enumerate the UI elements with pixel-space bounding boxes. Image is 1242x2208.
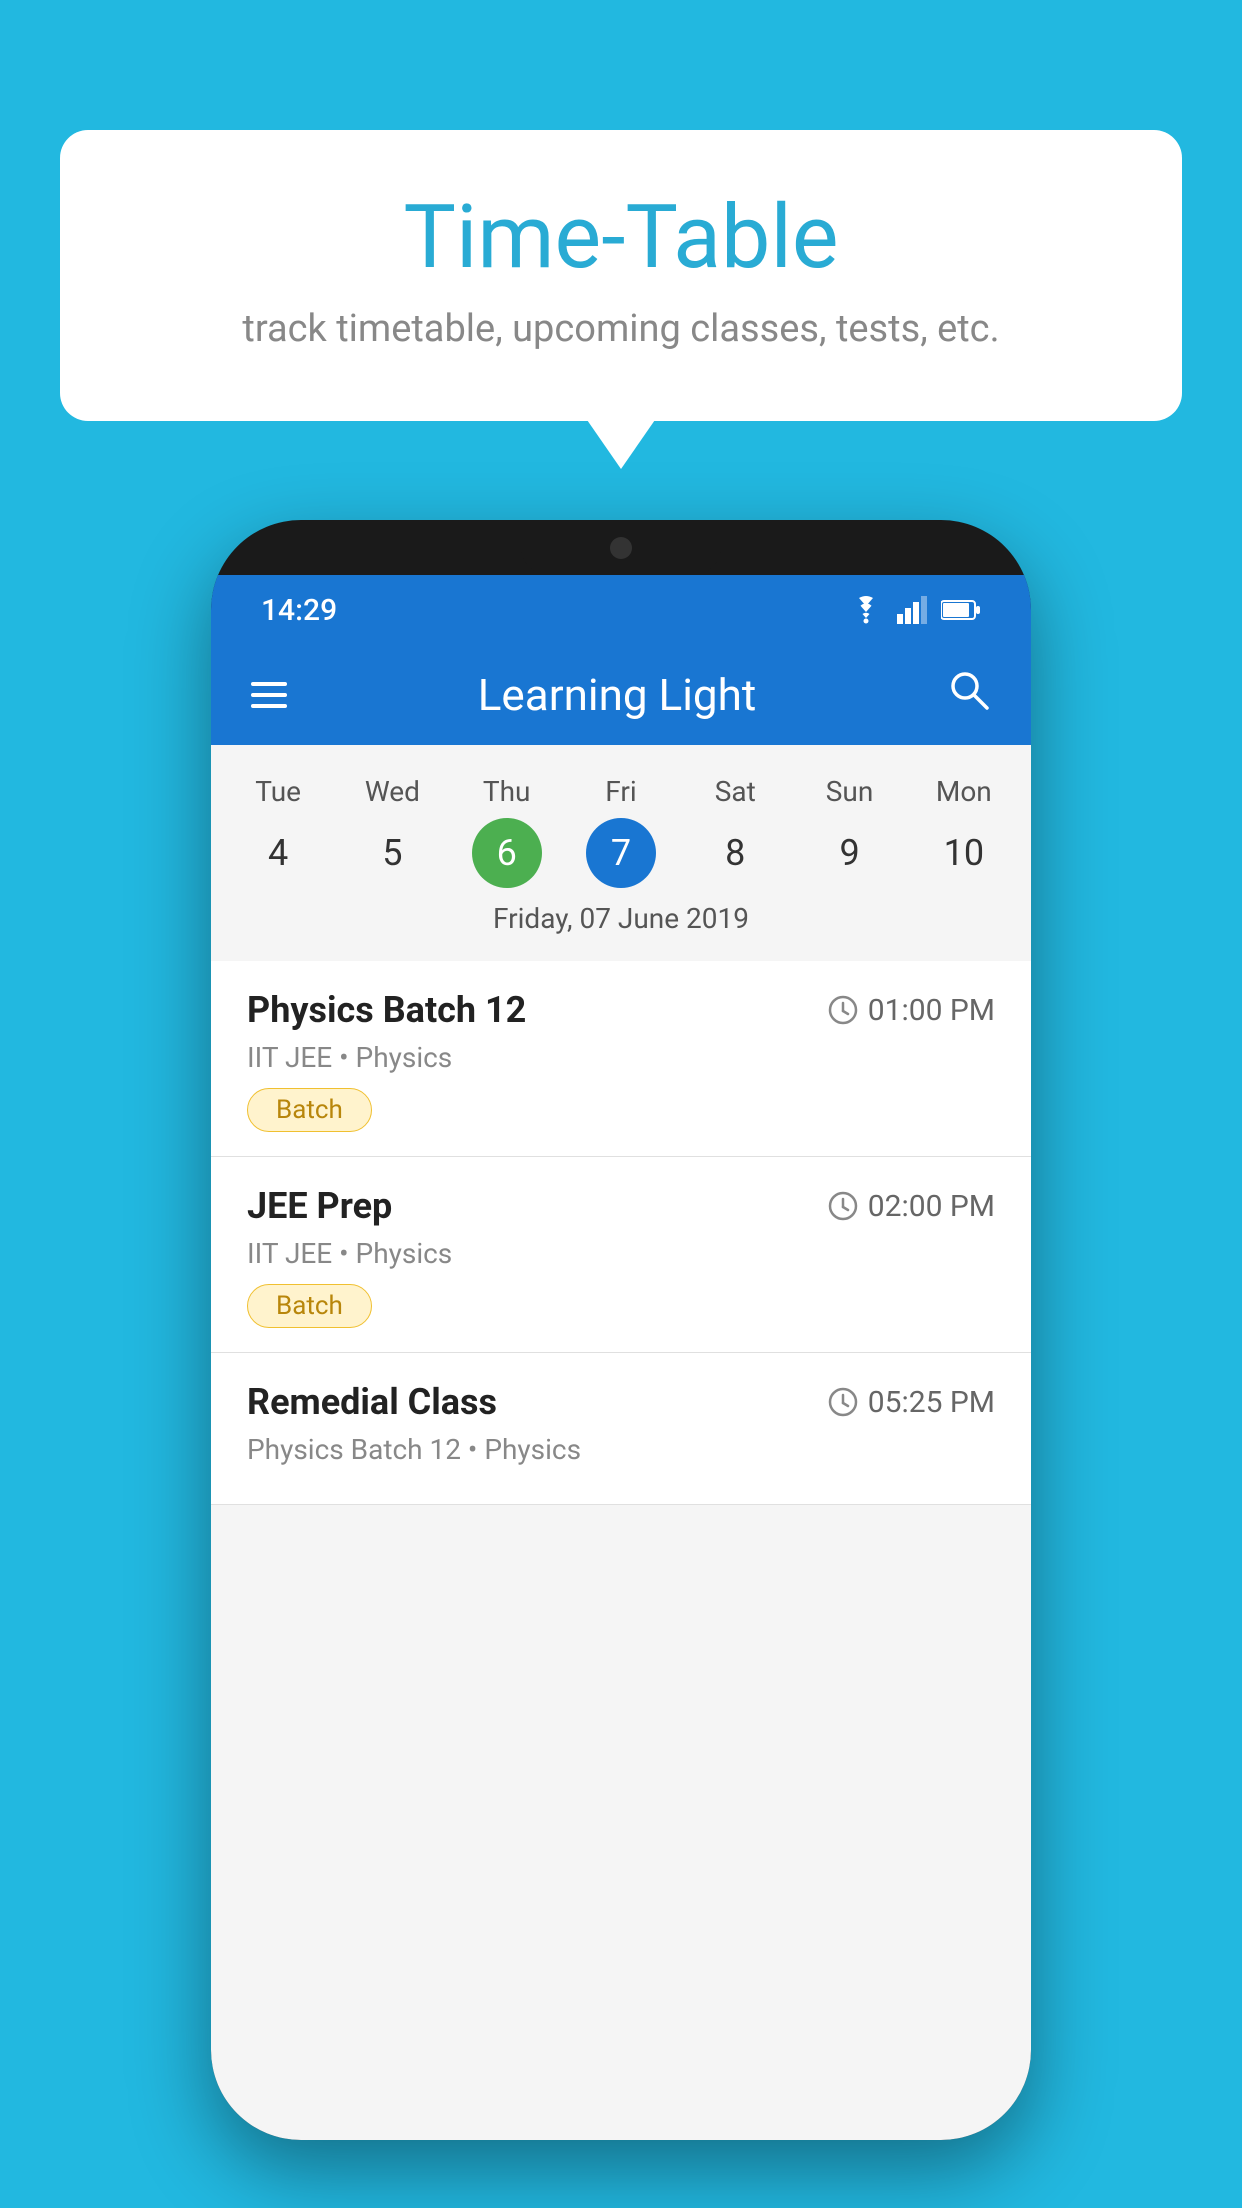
day-numbers: 4 5 6 7 8 9 10 bbox=[211, 818, 1031, 888]
day-header-thu: Thu bbox=[450, 765, 564, 818]
search-button[interactable] bbox=[947, 668, 991, 723]
day-header-sat: Sat bbox=[678, 765, 792, 818]
schedule-list: Physics Batch 12 01:00 PM IIT JEE • Ph bbox=[211, 961, 1031, 1505]
date-7-selected[interactable]: 7 bbox=[586, 818, 656, 888]
schedule-item-top-1: Physics Batch 12 01:00 PM bbox=[247, 989, 995, 1031]
bubble-subtitle: track timetable, upcoming classes, tests… bbox=[140, 307, 1102, 351]
schedule-subtitle-3: Physics Batch 12 • Physics bbox=[247, 1433, 995, 1466]
hamburger-menu-button[interactable] bbox=[251, 682, 287, 708]
status-bar: 14:29 bbox=[211, 575, 1031, 645]
screen-container: 14:29 bbox=[211, 575, 1031, 2140]
wifi-icon bbox=[849, 596, 883, 624]
clock-icon-2 bbox=[828, 1191, 858, 1221]
schedule-time-1: 01:00 PM bbox=[828, 993, 995, 1028]
date-10[interactable]: 10 bbox=[907, 820, 1021, 886]
app-title: Learning Light bbox=[317, 669, 917, 721]
schedule-item-top-2: JEE Prep 02:00 PM bbox=[247, 1185, 995, 1227]
day-header-tue: Tue bbox=[221, 765, 335, 818]
day-header-mon: Mon bbox=[907, 765, 1021, 818]
phone-notch bbox=[521, 520, 721, 575]
clock-icon-1 bbox=[828, 995, 858, 1025]
selected-date-label: Friday, 07 June 2019 bbox=[211, 888, 1031, 951]
schedule-item-top-3: Remedial Class 05:25 PM bbox=[247, 1381, 995, 1423]
speech-bubble-section: Time-Table track timetable, upcoming cla… bbox=[60, 130, 1182, 421]
date-4[interactable]: 4 bbox=[221, 820, 335, 886]
speech-bubble: Time-Table track timetable, upcoming cla… bbox=[60, 130, 1182, 421]
date-5[interactable]: 5 bbox=[335, 820, 449, 886]
schedule-title-3: Remedial Class bbox=[247, 1381, 497, 1423]
front-camera bbox=[610, 537, 632, 559]
date-8[interactable]: 8 bbox=[678, 820, 792, 886]
phone-frame: 14:29 bbox=[211, 520, 1031, 2140]
signal-icon bbox=[897, 596, 927, 624]
batch-tag-2: Batch bbox=[247, 1284, 372, 1328]
day-header-wed: Wed bbox=[335, 765, 449, 818]
battery-icon bbox=[941, 599, 981, 621]
bubble-title: Time-Table bbox=[140, 190, 1102, 287]
day-headers: Tue Wed Thu Fri Sat Sun Mon bbox=[211, 765, 1031, 818]
schedule-item-remedial[interactable]: Remedial Class 05:25 PM Physics Batch bbox=[211, 1353, 1031, 1505]
clock-icon-3 bbox=[828, 1387, 858, 1417]
date-9[interactable]: 9 bbox=[792, 820, 906, 886]
schedule-time-2: 02:00 PM bbox=[828, 1189, 995, 1224]
date-6-today[interactable]: 6 bbox=[472, 818, 542, 888]
day-header-fri: Fri bbox=[564, 765, 678, 818]
schedule-item-jee-prep[interactable]: JEE Prep 02:00 PM IIT JEE • Physics bbox=[211, 1157, 1031, 1353]
app-header: Learning Light bbox=[211, 645, 1031, 745]
phone-mockup: 14:29 bbox=[211, 520, 1031, 2140]
batch-tag-1: Batch bbox=[247, 1088, 372, 1132]
schedule-subtitle-2: IIT JEE • Physics bbox=[247, 1237, 995, 1270]
schedule-title-2: JEE Prep bbox=[247, 1185, 392, 1227]
schedule-subtitle-1: IIT JEE • Physics bbox=[247, 1041, 995, 1074]
status-icons bbox=[849, 596, 981, 624]
day-header-sun: Sun bbox=[792, 765, 906, 818]
calendar-strip: Tue Wed Thu Fri Sat Sun Mon 4 5 6 7 8 bbox=[211, 745, 1031, 961]
schedule-title-1: Physics Batch 12 bbox=[247, 989, 526, 1031]
status-time: 14:29 bbox=[261, 593, 337, 628]
schedule-item-physics-batch[interactable]: Physics Batch 12 01:00 PM IIT JEE • Ph bbox=[211, 961, 1031, 1157]
schedule-time-3: 05:25 PM bbox=[828, 1385, 995, 1420]
phone-screen: Tue Wed Thu Fri Sat Sun Mon 4 5 6 7 8 bbox=[211, 745, 1031, 2140]
